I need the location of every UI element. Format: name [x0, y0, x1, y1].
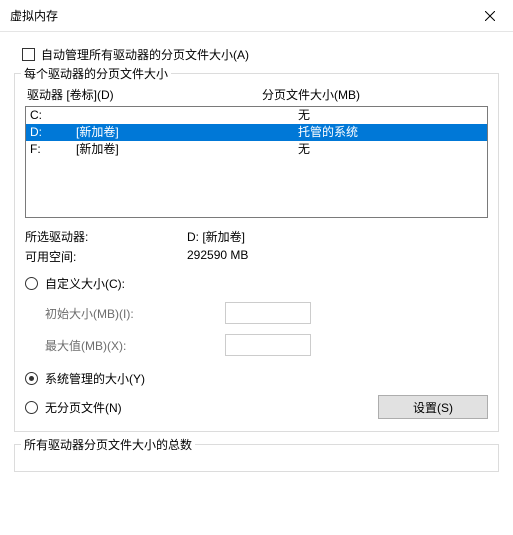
- initial-size-label: 初始大小(MB)(I):: [45, 305, 225, 322]
- drive-letter: C:: [30, 107, 76, 124]
- close-button[interactable]: [467, 0, 513, 32]
- system-managed-radio[interactable]: [25, 372, 38, 385]
- selected-drive-row: 所选驱动器: D: [新加卷]: [25, 228, 488, 245]
- no-paging-radio[interactable]: [25, 401, 38, 414]
- no-paging-label: 无分页文件(N): [45, 399, 122, 416]
- selected-drive-label: 所选驱动器:: [25, 228, 187, 245]
- drive-row[interactable]: D: [新加卷] 托管的系统: [26, 124, 487, 141]
- no-paging-row[interactable]: 无分页文件(N): [25, 399, 378, 416]
- window-title: 虚拟内存: [10, 7, 58, 24]
- drive-label: [新加卷]: [76, 141, 298, 158]
- dialog-content: 自动管理所有驱动器的分页文件大小(A) 每个驱动器的分页文件大小 驱动器 [卷标…: [0, 32, 513, 472]
- drive-label: [新加卷]: [76, 124, 298, 141]
- drive-letter: D:: [30, 124, 76, 141]
- max-size-input[interactable]: [225, 334, 311, 356]
- drive-list-headers: 驱动器 [卷标](D) 分页文件大小(MB): [25, 86, 488, 103]
- auto-manage-checkbox[interactable]: [22, 48, 35, 61]
- max-size-label: 最大值(MB)(X):: [45, 337, 225, 354]
- set-button[interactable]: 设置(S): [378, 395, 488, 419]
- bottom-row: 无分页文件(N) 设置(S): [25, 393, 488, 419]
- header-size: 分页文件大小(MB): [262, 86, 486, 103]
- drive-size: 托管的系统: [298, 124, 483, 141]
- max-size-row: 最大值(MB)(X):: [25, 334, 488, 356]
- per-drive-group: 每个驱动器的分页文件大小 驱动器 [卷标](D) 分页文件大小(MB) C: 无…: [14, 73, 499, 432]
- drive-size: 无: [298, 107, 483, 124]
- custom-size-row[interactable]: 自定义大小(C):: [25, 275, 488, 292]
- drive-size: 无: [298, 141, 483, 158]
- selected-drive-value: D: [新加卷]: [187, 228, 488, 245]
- auto-manage-row[interactable]: 自动管理所有驱动器的分页文件大小(A): [14, 46, 499, 63]
- drive-list[interactable]: C: 无 D: [新加卷] 托管的系统 F: [新加卷] 无: [25, 106, 488, 218]
- titlebar: 虚拟内存: [0, 0, 513, 32]
- drive-letter: F:: [30, 141, 76, 158]
- close-icon: [485, 11, 495, 21]
- totals-group-label: 所有驱动器分页文件大小的总数: [21, 436, 195, 453]
- header-drive: 驱动器 [卷标](D): [27, 86, 262, 103]
- custom-size-radio[interactable]: [25, 277, 38, 290]
- available-space-value: 292590 MB: [187, 248, 488, 265]
- available-space-row: 可用空间: 292590 MB: [25, 248, 488, 265]
- system-managed-label: 系统管理的大小(Y): [45, 370, 145, 387]
- drive-row[interactable]: C: 无: [26, 107, 487, 124]
- drive-row[interactable]: F: [新加卷] 无: [26, 141, 487, 158]
- per-drive-group-label: 每个驱动器的分页文件大小: [21, 65, 171, 82]
- auto-manage-label: 自动管理所有驱动器的分页文件大小(A): [41, 46, 249, 63]
- available-space-label: 可用空间:: [25, 248, 187, 265]
- set-button-label: 设置(S): [413, 399, 453, 416]
- custom-size-label: 自定义大小(C):: [45, 275, 125, 292]
- system-managed-row[interactable]: 系统管理的大小(Y): [25, 370, 488, 387]
- totals-group: 所有驱动器分页文件大小的总数: [14, 444, 499, 472]
- drive-label: [76, 107, 298, 124]
- initial-size-input[interactable]: [225, 302, 311, 324]
- initial-size-row: 初始大小(MB)(I):: [25, 302, 488, 324]
